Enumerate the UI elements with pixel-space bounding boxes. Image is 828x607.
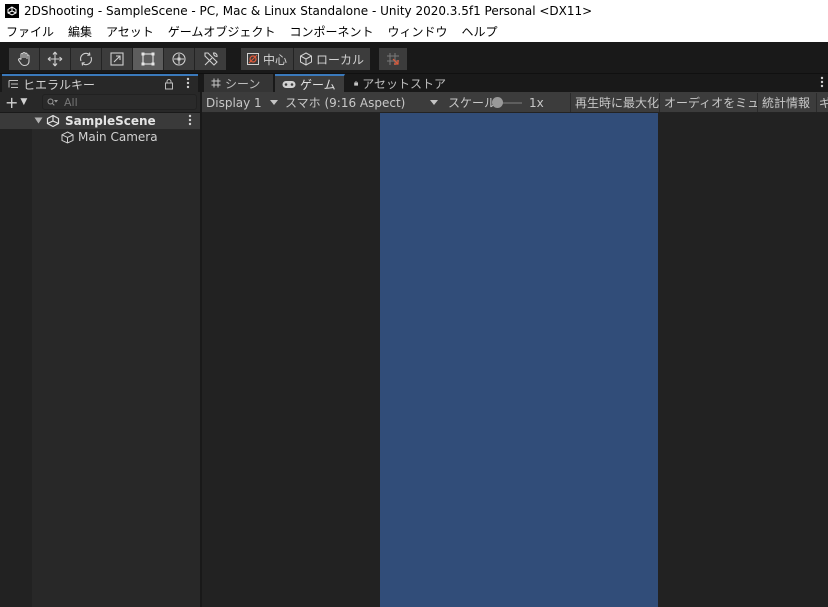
game-render-area[interactable] (380, 113, 658, 607)
scale-label-text: スケール (448, 96, 497, 110)
pivot-mode-label: 中心 (263, 52, 288, 67)
hierarchy-tab-label: ヒエラルキー (23, 77, 96, 92)
rotate-tool-button[interactable] (71, 48, 102, 70)
scene-more-icon[interactable] (188, 114, 192, 126)
display-dropdown[interactable]: Display 1 (206, 92, 262, 113)
stats-button[interactable]: 統計情報 (757, 93, 816, 112)
main-toolbar: 中心 ローカル (0, 42, 828, 74)
hierarchy-tab-bar: ヒエラルキー (0, 74, 200, 92)
main-more-options-icon[interactable] (820, 76, 824, 88)
main-tab-bar: シーン ゲーム アセットストア (202, 74, 828, 92)
maximize-on-play-button[interactable]: 再生時に最大化 (570, 93, 659, 112)
menu-assets[interactable]: アセット (99, 22, 161, 42)
dropdown-caret-icon: ▼ (20, 97, 28, 107)
maximize-on-play-label: 再生時に最大化 (575, 96, 660, 110)
scale-slider-handle[interactable] (492, 97, 503, 108)
rotate-icon (79, 52, 93, 66)
move-tool-button[interactable] (40, 48, 71, 70)
local-cube-icon (300, 52, 313, 66)
menu-window[interactable]: ウィンドウ (380, 22, 454, 42)
tab-asset-store-label: アセットストア (362, 76, 446, 91)
snap-controls (379, 48, 407, 70)
menu-bar: ファイル 編集 アセット ゲームオブジェクト コンポーネント ウィンドウ ヘルプ (0, 22, 828, 42)
tab-scene[interactable]: シーン (204, 74, 274, 92)
menu-file[interactable]: ファイル (0, 22, 61, 42)
menu-component[interactable]: コンポーネント (282, 22, 380, 42)
pivot-center-icon (247, 53, 259, 65)
custom-tool-button[interactable] (195, 48, 226, 70)
scale-value-text: 1x (529, 95, 544, 110)
rect-icon (141, 52, 155, 66)
scene-item[interactable]: SampleScene (0, 113, 200, 129)
unity-icon (5, 4, 19, 18)
move-icon (47, 51, 63, 67)
grid-snap-icon (387, 53, 399, 65)
stats-label: 統計情報 (762, 96, 811, 110)
pivot-controls: 中心 ローカル (241, 48, 371, 70)
window-title: 2DShooting - SampleScene - PC, Mac & Lin… (24, 4, 593, 18)
tab-game[interactable]: ゲーム (275, 74, 345, 92)
scene-grid-icon (211, 78, 221, 88)
transform-icon (172, 52, 186, 66)
tools-icon (203, 52, 218, 66)
menu-gameobject[interactable]: ゲームオブジェクト (161, 22, 283, 42)
gamepad-icon (282, 80, 296, 88)
create-dropdown-button[interactable]: + ▼ (5, 92, 28, 112)
gameobject-name: Main Camera (78, 130, 158, 144)
game-view (202, 113, 828, 607)
hierarchy-tab[interactable]: ヒエラルキー (2, 74, 198, 92)
menu-help[interactable]: ヘルプ (454, 22, 504, 42)
menu-edit[interactable]: 編集 (61, 22, 99, 42)
unity-scene-icon (46, 114, 60, 128)
add-icon: + (5, 92, 19, 112)
scale-icon (110, 52, 124, 66)
tab-asset-store[interactable]: アセットストア (347, 74, 447, 92)
mute-audio-button[interactable]: オーディオをミュート (659, 93, 783, 112)
gameobject-cube-icon (61, 131, 74, 144)
pivot-mode-button[interactable]: 中心 (241, 48, 295, 70)
pivot-rotation-label: ローカル (316, 52, 365, 67)
display-dropdown-label: Display 1 (206, 95, 262, 110)
game-view-toolbar: Display 1 スマホ (9:16 Aspect) スケール 1x 再生時に… (202, 92, 828, 113)
scale-label: スケール (448, 92, 496, 113)
tab-game-label: ゲーム (300, 77, 336, 92)
pivot-rotation-button[interactable]: ローカル (294, 48, 371, 70)
grid-snap-button[interactable] (379, 48, 407, 70)
scale-value: 1x (529, 92, 544, 113)
scene-name: SampleScene (65, 114, 156, 128)
lock-icon[interactable] (164, 78, 174, 90)
transform-tool-button[interactable] (164, 48, 195, 70)
hand-icon (17, 51, 30, 67)
scale-tool-button[interactable] (102, 48, 133, 70)
hierarchy-search-input[interactable] (64, 95, 184, 109)
hierarchy-tree: SampleScene Main Camera (0, 113, 200, 607)
transform-tools (9, 48, 226, 70)
more-options-icon[interactable] (186, 77, 190, 89)
search-icon (47, 98, 58, 106)
gizmos-label: ギ (819, 94, 828, 111)
expand-arrow-icon[interactable] (34, 116, 43, 125)
tab-scene-label: シーン (225, 76, 261, 91)
list-item[interactable]: Main Camera (0, 129, 200, 145)
aspect-dropdown[interactable]: スマホ (9:16 Aspect) (285, 92, 405, 113)
aspect-dropdown-label: スマホ (9:16 Aspect) (285, 96, 406, 110)
hierarchy-list-icon (8, 80, 18, 88)
hand-tool-button[interactable] (9, 48, 40, 70)
window-titlebar: 2DShooting - SampleScene - PC, Mac & Lin… (0, 0, 828, 22)
shopping-bag-icon (354, 80, 359, 86)
hierarchy-search[interactable] (42, 94, 197, 110)
gizmos-button[interactable]: ギ (816, 93, 828, 112)
hierarchy-toolbar: + ▼ (0, 92, 200, 113)
hierarchy-gutter (0, 113, 32, 607)
rect-tool-button[interactable] (133, 48, 164, 70)
display-dropdown-caret-icon[interactable] (270, 100, 278, 105)
aspect-dropdown-caret-icon[interactable] (430, 100, 438, 105)
